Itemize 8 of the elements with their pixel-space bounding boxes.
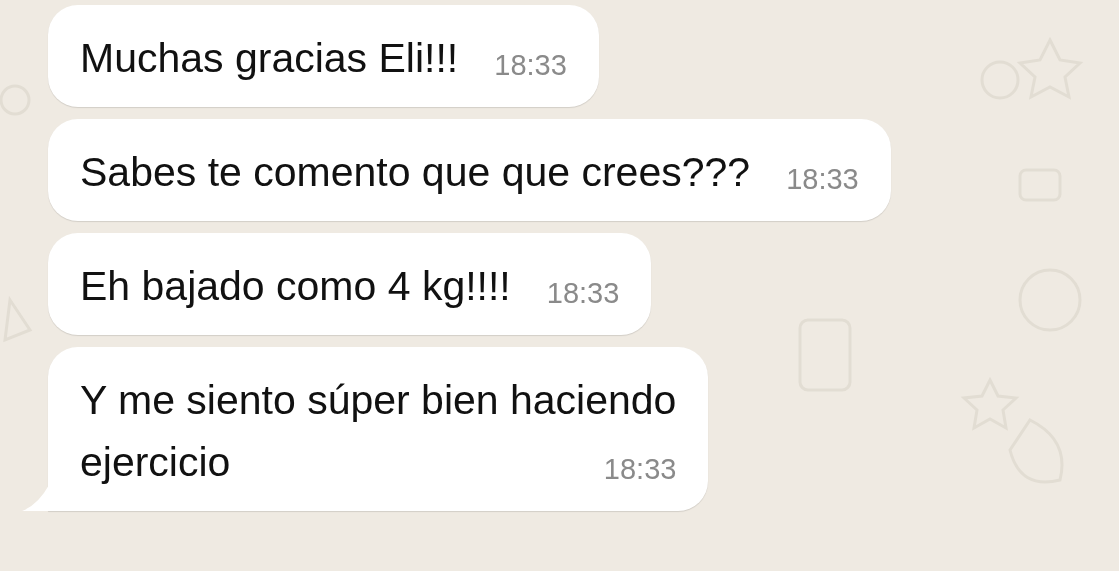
message-text: Eh bajado como 4 kg!!!! 18:33 [80,255,620,317]
message-time: 18:33 [603,452,677,487]
message-time: 18:33 [546,276,620,311]
message-text: Sabes te comento que que crees??? 18:33 [80,141,859,203]
message-text: Muchas gracias Eli!!! 18:33 [80,27,567,89]
message-time: 18:33 [494,48,567,83]
message-text: Y me siento súper bien haciendo ejercicio 18:33 [80,369,677,493]
message-time: 18:33 [786,162,859,197]
